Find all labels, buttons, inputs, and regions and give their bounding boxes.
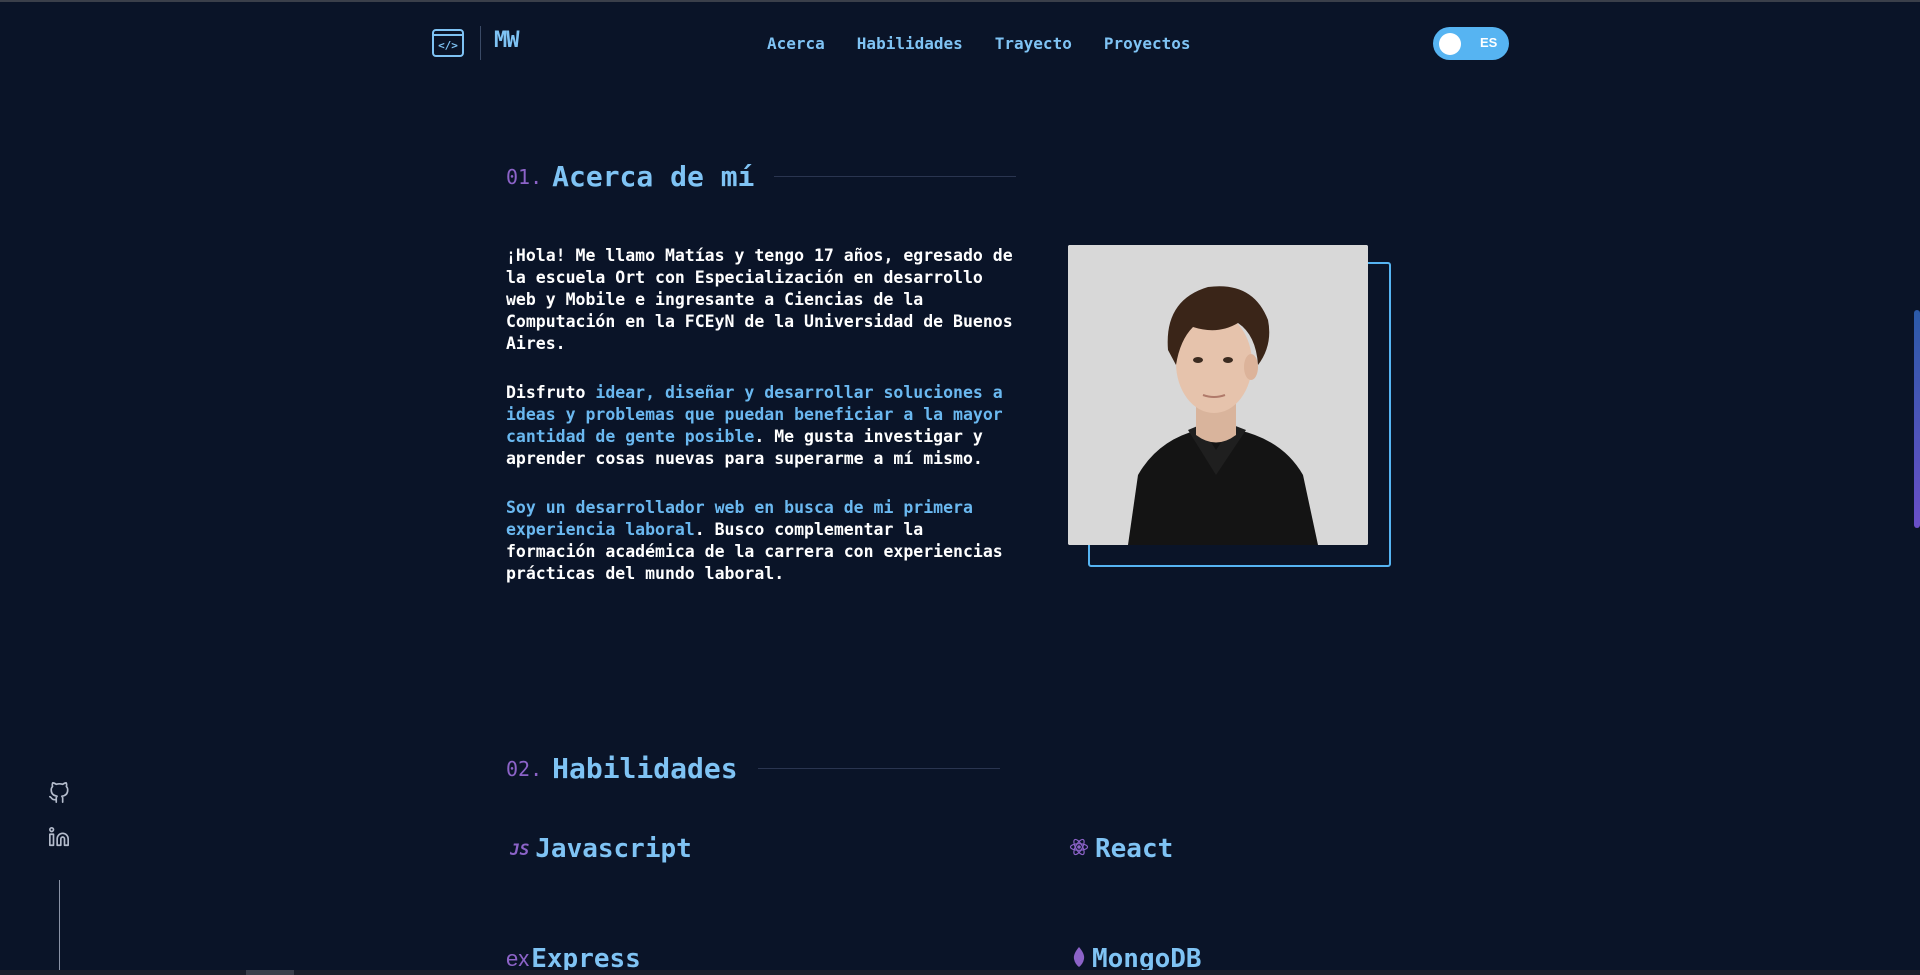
- skill-javascript: JS Javascript: [510, 834, 692, 864]
- horizontal-scrollbar-thumb[interactable]: [246, 970, 294, 975]
- section-number: 01.: [506, 164, 543, 189]
- nav-link-acerca[interactable]: Acerca: [767, 34, 825, 53]
- social-sidebar-line: [59, 880, 60, 975]
- javascript-icon: JS: [510, 839, 530, 859]
- about-heading: 01. Acerca de mí: [506, 160, 1017, 193]
- mongodb-leaf-icon: [1072, 946, 1086, 972]
- express-icon: ex: [506, 946, 530, 971]
- about-text: ¡Hola! Me llamo Matías y tengo 17 años, …: [506, 245, 1014, 612]
- portrait-illustration: [1068, 245, 1368, 545]
- section-divider: [774, 176, 1017, 177]
- logo-text[interactable]: MW: [494, 28, 519, 53]
- skill-name: Javascript: [535, 834, 692, 864]
- skills-heading: 02. Habilidades: [506, 752, 1000, 785]
- vertical-scrollbar-thumb[interactable]: [1914, 310, 1920, 528]
- main-nav: Acerca Habilidades Trayecto Proyectos: [767, 34, 1191, 53]
- linkedin-icon[interactable]: [48, 826, 70, 852]
- language-label: ES: [1480, 35, 1498, 50]
- section-divider: [757, 768, 1000, 769]
- profile-photo: [1068, 245, 1368, 545]
- about-paragraph-1: ¡Hola! Me llamo Matías y tengo 17 años, …: [506, 246, 1013, 353]
- nav-link-habilidades[interactable]: Habilidades: [857, 34, 963, 53]
- language-toggle[interactable]: ES: [1433, 27, 1509, 60]
- about-paragraph-3: Soy un desarrollador web en busca de mi …: [506, 498, 1003, 583]
- logo-divider: [480, 26, 481, 60]
- about-paragraph-2: Disfruto idear, diseñar y desarrollar so…: [506, 383, 1003, 468]
- code-window-icon[interactable]: </>: [432, 29, 464, 57]
- nav-link-trayecto[interactable]: Trayecto: [995, 34, 1072, 53]
- nav-link-proyectos[interactable]: Proyectos: [1104, 34, 1191, 53]
- react-icon: [1069, 837, 1089, 861]
- github-icon[interactable]: [48, 782, 70, 808]
- skill-name: React: [1095, 834, 1174, 864]
- section-title: Acerca de mí: [552, 160, 755, 193]
- section-number: 02.: [506, 756, 543, 781]
- site-header: </> MW Acerca Habilidades Trayecto Proye…: [0, 2, 1920, 84]
- toggle-knob: [1439, 33, 1461, 55]
- skill-react: React: [1069, 834, 1173, 864]
- section-title: Habilidades: [552, 752, 738, 785]
